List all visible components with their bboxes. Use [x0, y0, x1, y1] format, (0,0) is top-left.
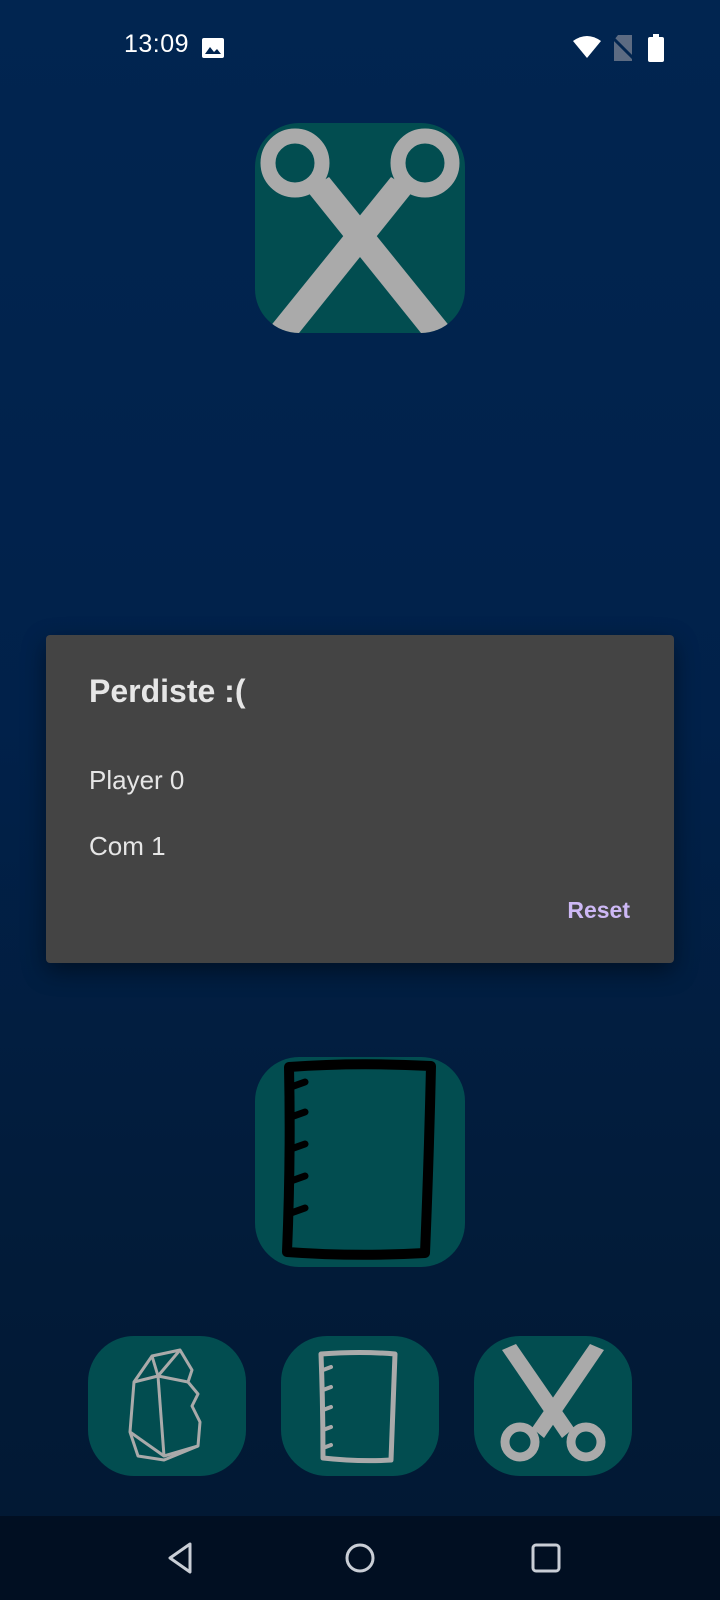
rock-button[interactable] — [88, 1336, 246, 1476]
no-sim-icon — [612, 35, 634, 61]
reset-button[interactable]: Reset — [567, 897, 630, 924]
wifi-icon — [573, 36, 601, 58]
player-score: Player 0 — [89, 765, 185, 795]
paper-icon — [318, 1350, 398, 1464]
dialog-title: Perdiste :( — [89, 673, 246, 709]
computer-choice-card — [255, 123, 465, 333]
rock-icon — [128, 1348, 202, 1462]
back-icon[interactable] — [156, 1534, 204, 1582]
status-time: 13:09 — [124, 30, 190, 58]
recents-icon[interactable] — [522, 1534, 570, 1582]
paper-button[interactable] — [281, 1336, 439, 1476]
scissors-icon — [500, 1344, 606, 1462]
home-icon[interactable] — [336, 1534, 384, 1582]
result-dialog: Perdiste :( Player 0 Com 1 Reset — [46, 635, 674, 963]
status-bar: 13:09 — [0, 0, 720, 96]
scissors-button[interactable] — [474, 1336, 632, 1476]
player-choice-card — [255, 1057, 465, 1267]
battery-icon — [648, 34, 664, 62]
navigation-bar — [0, 1516, 720, 1600]
image-notification-icon — [202, 38, 224, 58]
scissors-icon — [260, 128, 460, 333]
computer-score: Com 1 — [89, 831, 166, 861]
paper-icon — [282, 1059, 436, 1260]
